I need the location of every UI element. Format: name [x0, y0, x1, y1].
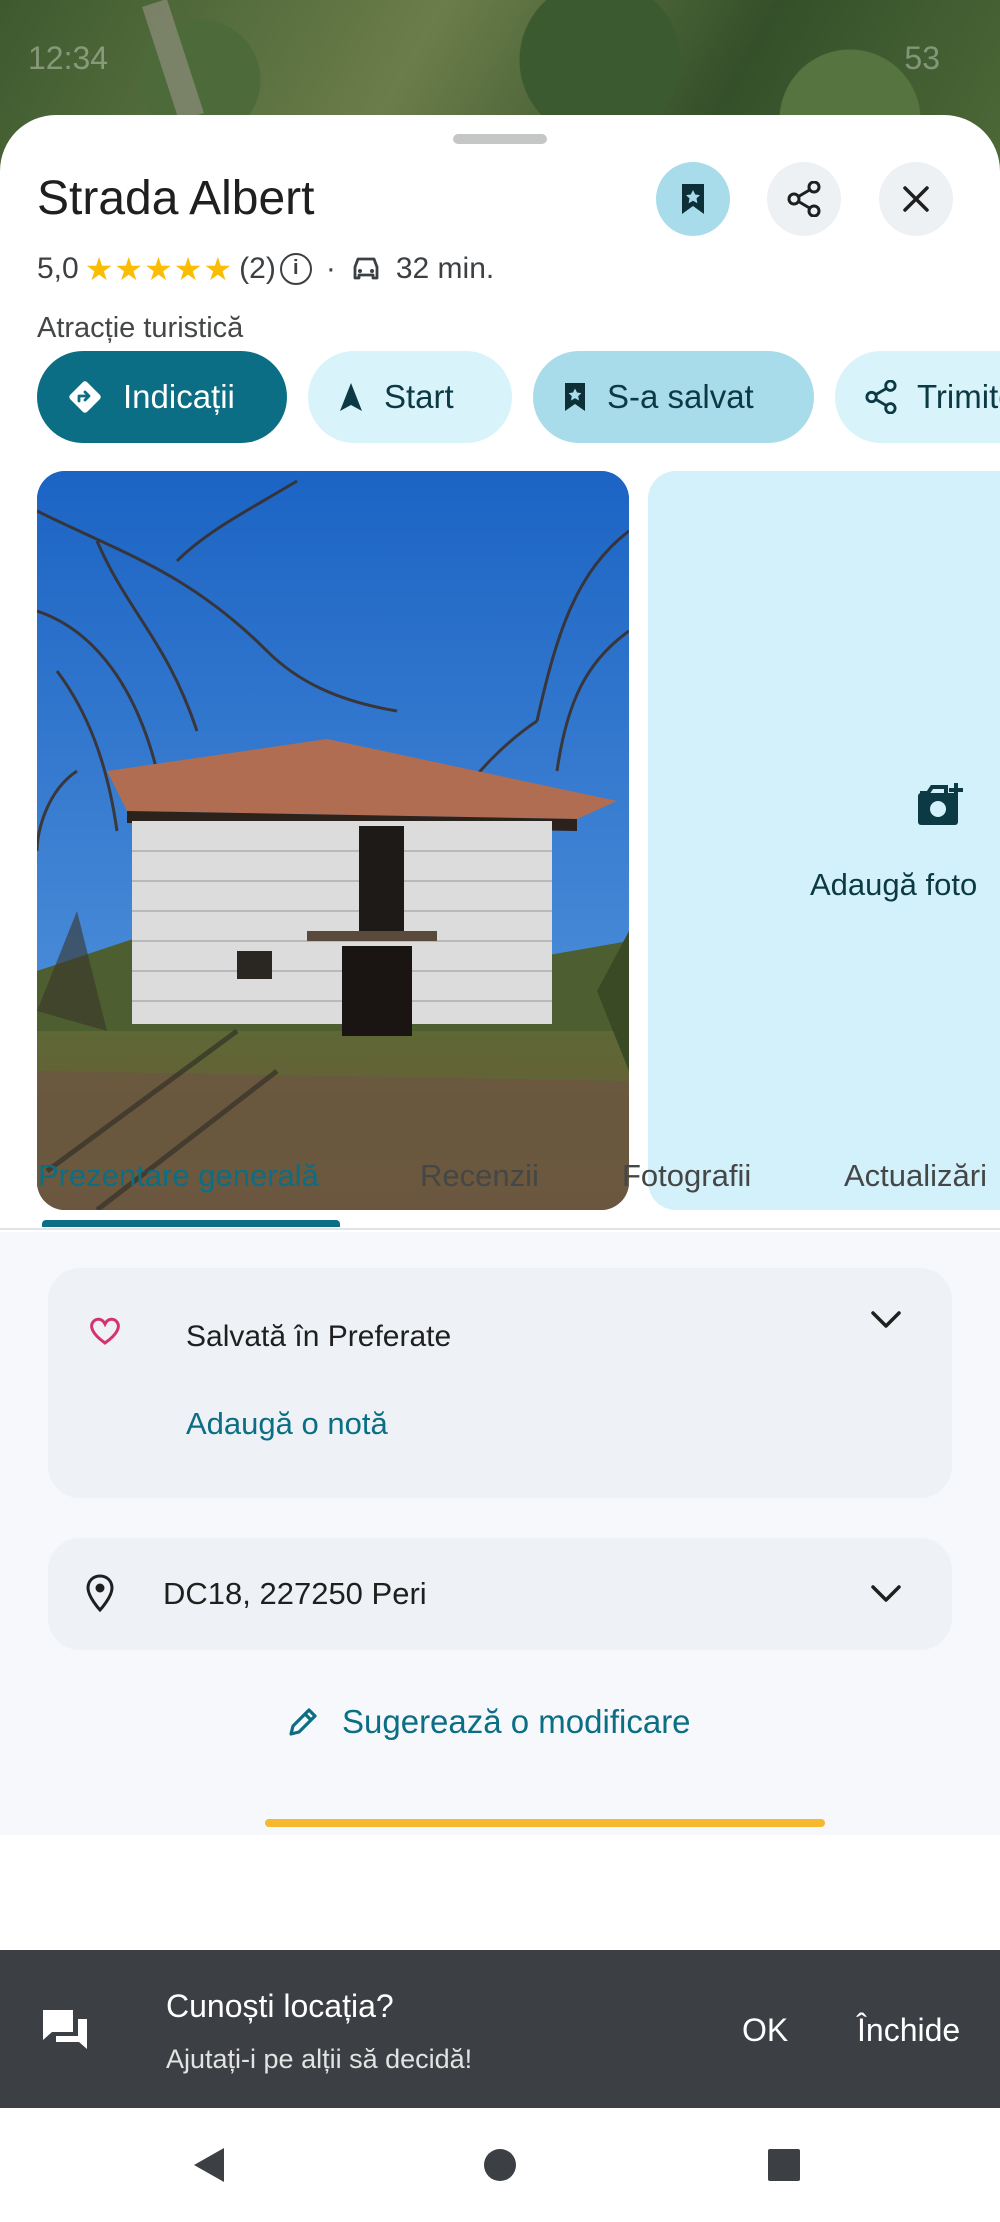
active-tab-indicator [42, 1220, 340, 1227]
snackbar-title: Cunoști locația? [166, 1988, 394, 2024]
chevron-down-icon[interactable] [870, 1310, 902, 1330]
suggest-edit-label: Sugerează o modificare [342, 1703, 691, 1740]
place-tabs: Prezentare generală Recenzii Fotografii … [0, 1120, 1000, 1230]
directions-button[interactable]: Indicații [37, 351, 287, 443]
pencil-icon [289, 1708, 317, 1736]
send-button[interactable]: Trimite [835, 351, 1000, 443]
navigation-arrow-icon [340, 383, 362, 411]
status-bar: 12:34 53 [0, 0, 1000, 110]
snackbar-close-button[interactable]: Închide [857, 2012, 960, 2049]
rating-row: 5,0 ★★★★★ (2) i · 32 min. [37, 247, 494, 291]
share-icon [865, 380, 897, 414]
home-icon [484, 2149, 516, 2181]
address-text: DC18, 227250 Peri [163, 1576, 427, 1611]
rating-value: 5,0 [37, 252, 79, 285]
feedback-icon [43, 2010, 87, 2049]
car-icon [353, 257, 379, 280]
drive-time: 32 min. [395, 252, 495, 285]
tab-updates[interactable]: Actualizări [844, 1158, 987, 1194]
close-icon [903, 186, 929, 212]
add-note-link[interactable]: Adaugă o notă [186, 1406, 388, 1442]
saved-button[interactable]: S-a salvat [533, 351, 814, 443]
home-button[interactable] [473, 2138, 527, 2192]
send-label: Trimite [917, 378, 1000, 415]
status-icons: 53 [904, 40, 940, 77]
bookmark-icon [682, 184, 704, 214]
drag-handle[interactable] [453, 134, 547, 144]
info-icon[interactable]: i [279, 253, 312, 285]
header-save-button[interactable] [656, 162, 730, 236]
place-title: Strada Albert [37, 172, 315, 225]
start-label: Start [384, 378, 454, 415]
rating-stars: ★★★★★ [84, 251, 234, 287]
add-photo-button[interactable]: Adaugă foto [648, 471, 1000, 1210]
battery-level: 53 [904, 40, 940, 76]
header-close-button[interactable] [879, 162, 953, 236]
review-count[interactable]: (2) [239, 252, 276, 286]
place-category: Atracție turistică [37, 312, 244, 344]
house-photo-image [37, 471, 629, 1210]
add-photo-icon [918, 783, 963, 825]
separator-dot: · [325, 252, 336, 285]
tab-overview[interactable]: Prezentare generală [38, 1158, 319, 1194]
system-navigation-bar [0, 2108, 1000, 2222]
address-card[interactable]: DC18, 227250 Peri [48, 1538, 952, 1650]
directions-label: Indicații [123, 378, 235, 415]
saved-list-label: Salvată în Preferate [186, 1320, 452, 1353]
location-pin-icon [86, 1574, 114, 1612]
back-button[interactable] [182, 2138, 236, 2192]
saved-label: S-a salvat [607, 378, 754, 415]
suggest-edit-link[interactable]: Sugerează o modificare [286, 1703, 691, 1741]
tab-photos[interactable]: Fotografii [622, 1158, 751, 1194]
share-icon [787, 181, 821, 217]
chevron-down-icon[interactable] [870, 1584, 902, 1604]
loading-progress-bar [265, 1819, 825, 1827]
back-icon [194, 2148, 224, 2182]
saved-list-card[interactable]: Salvată în Preferate Adaugă o notă [48, 1268, 952, 1498]
directions-icon [69, 381, 101, 413]
add-photo-label: Adaugă foto [810, 867, 978, 902]
heart-icon [90, 1317, 120, 1345]
recents-icon [768, 2149, 800, 2181]
tab-reviews[interactable]: Recenzii [420, 1158, 539, 1194]
start-button[interactable]: Start [308, 351, 512, 443]
action-chips: Indicații Start S-a salvat Trimite [37, 351, 1000, 443]
bookmark-icon [565, 383, 585, 411]
snackbar-subtitle: Ajutați-i pe alții să decidă! [166, 2044, 473, 2074]
status-time: 12:34 [28, 40, 109, 76]
header-share-button[interactable] [767, 162, 841, 236]
place-photo[interactable] [37, 471, 629, 1210]
snackbar-ok-button[interactable]: OK [742, 2012, 788, 2049]
recents-button[interactable] [757, 2138, 811, 2192]
location-feedback-snackbar: Cunoști locația? Ajutați-i pe alții să d… [0, 1950, 1000, 2108]
